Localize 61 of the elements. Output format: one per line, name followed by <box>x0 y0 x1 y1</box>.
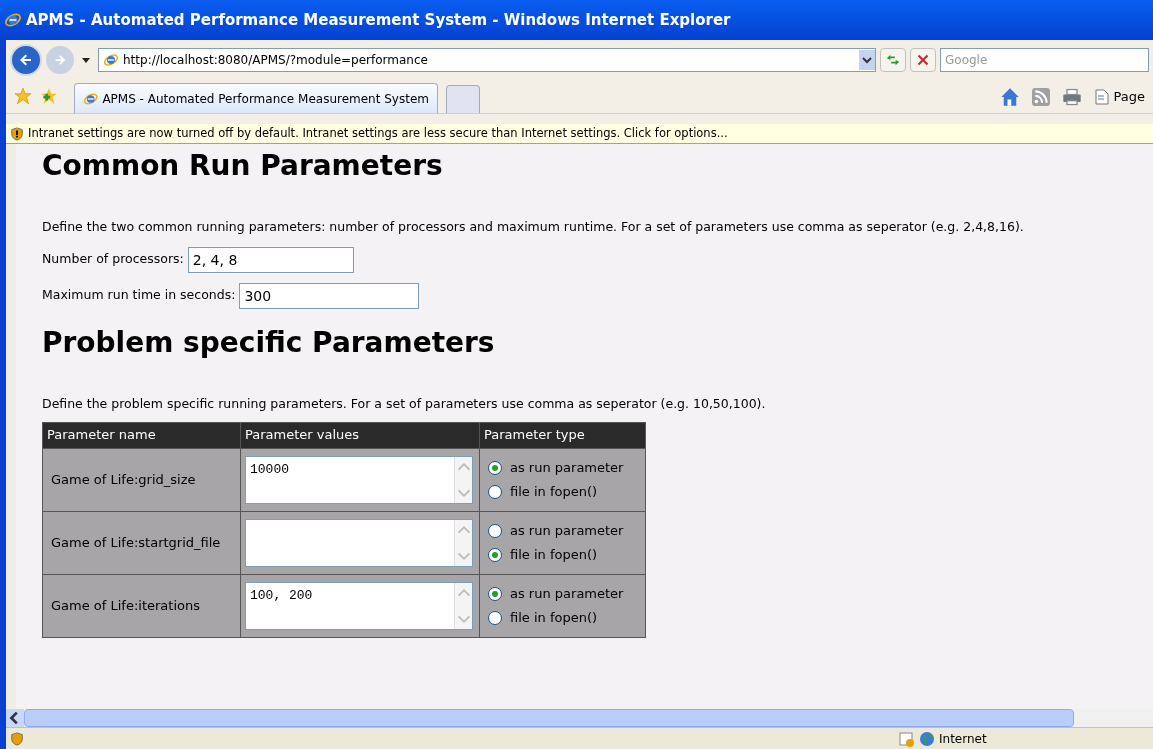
browser-logo-icon <box>4 11 22 29</box>
radio-option[interactable]: as run parameter <box>488 581 637 606</box>
printer-icon[interactable] <box>1061 87 1082 107</box>
text-area[interactable] <box>245 518 473 567</box>
globe-icon <box>919 730 935 747</box>
section-heading: Problem specific Parameters <box>42 324 496 361</box>
description-text: Define the two common running parameters: number of processors and maximum runtime. For a set of parameters use comma as seperator (e.g. 2,4,8,16). <box>42 218 1025 236</box>
text-field[interactable]: 2, 4, 8 <box>187 246 354 273</box>
page-icon <box>1093 88 1110 106</box>
radio-button[interactable] <box>488 610 502 625</box>
home-icon[interactable] <box>999 87 1020 107</box>
radio-option[interactable]: as run parameter <box>488 455 637 480</box>
text-area[interactable]: 100, 200 <box>245 581 473 630</box>
radio-option[interactable]: file in fopen() <box>488 479 637 504</box>
table-cell: Game of Life:grid_size <box>42 448 241 511</box>
radio-button[interactable] <box>488 586 502 601</box>
radio-button[interactable] <box>488 460 502 475</box>
shield-warning-icon <box>10 126 24 141</box>
dropdown-caret-icon[interactable] <box>82 57 90 63</box>
radio-button[interactable] <box>488 484 502 499</box>
browser-logo-icon <box>103 52 119 68</box>
close-icon <box>917 54 929 66</box>
add-favorite-icon[interactable] <box>40 87 58 105</box>
page-menu-button[interactable]: Page <box>1093 87 1145 107</box>
column-header: Parameter name <box>42 422 241 448</box>
search-field[interactable]: Google <box>940 48 1149 72</box>
field-label: Maximum run time in seconds: <box>42 286 236 305</box>
column-header: Parameter values <box>240 422 480 448</box>
address-field[interactable]: http://localhost:8080/APMS/?module=performance <box>98 48 876 72</box>
radio-option[interactable]: file in fopen() <box>488 542 637 567</box>
table-cell: Game of Life:startgrid_file <box>42 511 241 574</box>
section-heading: Common Run Parameters <box>42 148 444 184</box>
radio-option[interactable]: file in fopen() <box>488 605 637 630</box>
chevron-down-icon[interactable] <box>859 50 875 70</box>
new-tab-button[interactable] <box>446 85 480 113</box>
text-field[interactable]: 300 <box>239 282 420 309</box>
shield-warning-icon <box>10 731 24 746</box>
zone-text: Internet <box>939 730 988 748</box>
column-header: Parameter type <box>479 422 646 448</box>
refresh-arrows-icon <box>886 53 900 67</box>
url-text: http://localhost:8080/APMS/?module=performance <box>123 52 429 69</box>
stop-button[interactable] <box>910 48 936 72</box>
radio-option[interactable]: as run parameter <box>488 518 637 543</box>
browser-tab[interactable]: APMS - Automated Performance Measurement System <box>74 83 438 113</box>
field-label: Number of processors: <box>42 250 184 269</box>
window-title: APMS - Automated Performance Measurement System - Windows Internet Explorer <box>26 9 731 31</box>
left-arrow-icon <box>18 52 34 68</box>
text-area[interactable]: 10000 <box>245 455 473 504</box>
refresh-button[interactable] <box>880 48 906 72</box>
right-arrow-icon <box>53 53 67 67</box>
star-icon[interactable] <box>14 87 32 105</box>
radio-button[interactable] <box>488 523 502 538</box>
scroll-left-icon[interactable] <box>6 709 24 727</box>
radio-button[interactable] <box>488 547 502 562</box>
info-message: Intranet settings are now turned off by default. Intranet settings are less secure than Internet settings. Click for options... <box>28 124 728 142</box>
rss-feed-icon[interactable] <box>1031 88 1050 106</box>
description-text: Define the problem specific running parameters. For a set of parameters use comma as seperator (e.g. 10,50,100). <box>42 394 767 413</box>
table-cell: Game of Life:iterations <box>42 574 241 637</box>
back-button[interactable] <box>10 44 42 76</box>
warning-page-icon <box>899 730 915 747</box>
info-bar[interactable]: Intranet settings are now turned off by default. Intranet settings are less secure than Internet settings. Click for options... <box>6 124 1153 144</box>
